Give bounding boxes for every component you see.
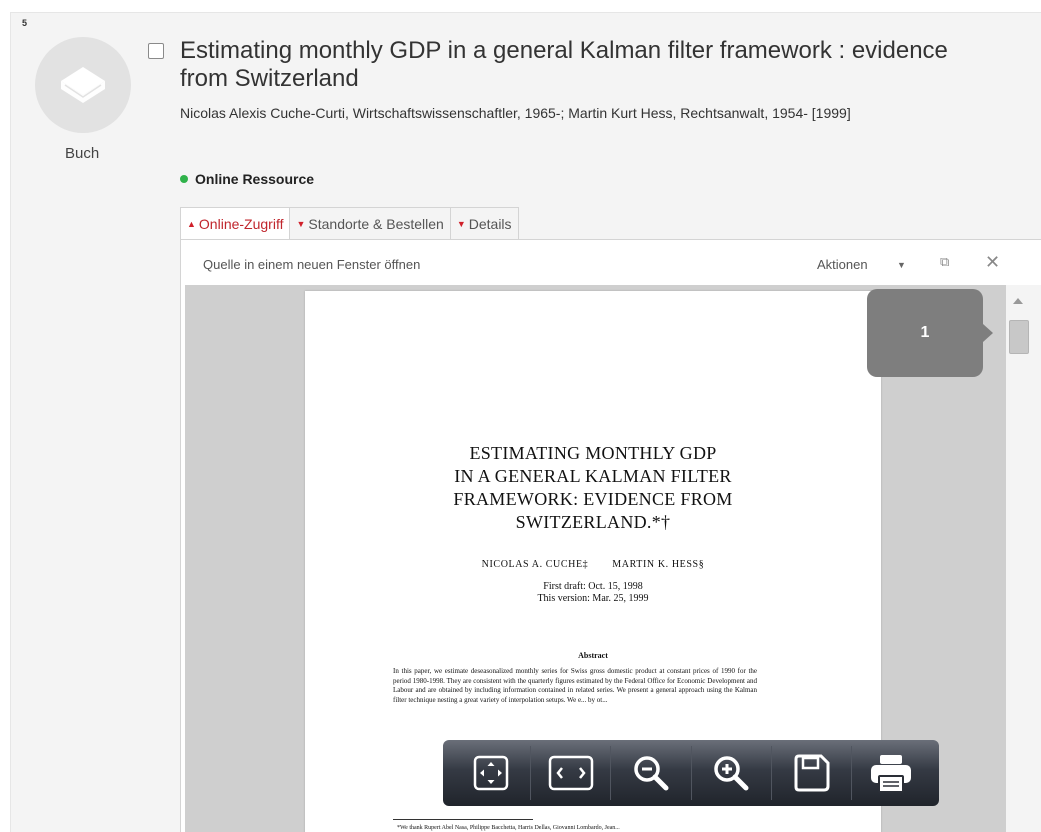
footnote-rule xyxy=(393,819,533,820)
tab-details[interactable]: ▼ Details xyxy=(449,207,519,239)
fit-width-icon xyxy=(548,755,593,791)
viewer-scrollbar[interactable] xyxy=(1006,285,1041,832)
pdf-title-line: FRAMEWORK: EVIDENCE FROM xyxy=(453,489,733,509)
pdf-title: ESTIMATING MONTHLY GDP IN A GENERAL KALM… xyxy=(305,442,881,534)
record-number: 5 xyxy=(22,18,28,28)
tab-online-access[interactable]: ▲ Online-Zugriff xyxy=(180,207,291,239)
fit-page-icon xyxy=(473,755,508,791)
zoom-out-icon xyxy=(634,756,669,791)
record-authors: Nicolas Alexis Cuche-Curti, Wirtschaftsw… xyxy=(180,105,851,121)
record-title[interactable]: Estimating monthly GDP in a general Kalm… xyxy=(180,37,980,93)
pdf-author: MARTIN K. HESS§ xyxy=(612,559,705,570)
availability-label: Online Ressource xyxy=(195,171,315,187)
print-icon xyxy=(871,755,912,793)
caret-up-icon: ▲ xyxy=(187,218,196,229)
viewer-toolbar-top: Quelle in einem neuen Fenster öffnen Akt… xyxy=(181,240,1041,284)
pdf-footnote: *We thank Rupert Abel Nasa, Philippe Bac… xyxy=(397,825,620,831)
pdf-title-line: ESTIMATING MONTHLY GDP xyxy=(469,443,717,463)
save-button[interactable] xyxy=(772,746,852,800)
media-type-badge xyxy=(35,37,131,133)
zoom-in-button[interactable] xyxy=(692,746,772,800)
pdf-author: NICOLAS A. CUCHE‡ xyxy=(481,559,589,570)
pdf-title-line: SWITZERLAND.*† xyxy=(515,512,671,532)
fit-width-button[interactable] xyxy=(531,746,612,800)
pdf-date: First draft: Oct. 15, 1998 xyxy=(543,581,643,592)
pdf-authors: NICOLAS A. CUCHE‡ MARTIN K. HESS§ xyxy=(305,559,881,570)
fit-page-button[interactable] xyxy=(451,746,532,800)
open-in-new-window-link[interactable]: Quelle in einem neuen Fenster öffnen xyxy=(203,257,420,272)
tab-label: Standorte & Bestellen xyxy=(308,215,444,232)
scroll-up-icon[interactable] xyxy=(1013,298,1023,304)
save-icon xyxy=(794,754,830,792)
caret-down-icon: ▼ xyxy=(456,218,466,229)
pdf-date: This version: Mar. 25, 1999 xyxy=(537,593,649,604)
zoom-in-icon xyxy=(714,756,749,791)
pdf-title-line: IN A GENERAL KALMAN FILTER xyxy=(454,466,732,486)
print-button[interactable] xyxy=(852,746,931,800)
popout-icon[interactable]: ⧉ xyxy=(940,254,949,270)
page-number-indicator: 1 xyxy=(867,289,983,377)
pdf-abstract-heading: Abstract xyxy=(578,651,608,660)
availability-dot-icon xyxy=(180,175,188,184)
close-icon[interactable]: ✕ xyxy=(985,252,1000,273)
tab-label: Details xyxy=(468,215,512,232)
book-icon xyxy=(61,67,105,103)
zoom-out-button[interactable] xyxy=(611,746,692,800)
actions-menu[interactable]: Aktionen xyxy=(817,257,868,272)
scrollbar-thumb[interactable] xyxy=(1009,320,1029,354)
pdf-viewer-toolbar xyxy=(443,740,939,806)
tab-locations-order[interactable]: ▼ Standorte & Bestellen xyxy=(289,207,451,239)
record-tabs: ▲ Online-Zugriff ▼ Standorte & Bestellen ▼… xyxy=(180,207,519,239)
availability-status: Online Ressource xyxy=(180,171,314,187)
caret-down-icon: ▼ xyxy=(296,218,306,229)
pdf-dates: First draft: Oct. 15, 1998 This version:… xyxy=(305,581,881,605)
chevron-down-icon[interactable]: ▼ xyxy=(897,260,906,270)
page-indicator-pointer xyxy=(983,324,993,342)
tab-label: Online-Zugriff xyxy=(198,215,284,232)
select-record-checkbox[interactable] xyxy=(148,43,164,59)
pdf-abstract: In this paper, we estimate deseasonalize… xyxy=(393,667,757,704)
media-type-label: Buch xyxy=(65,145,100,162)
